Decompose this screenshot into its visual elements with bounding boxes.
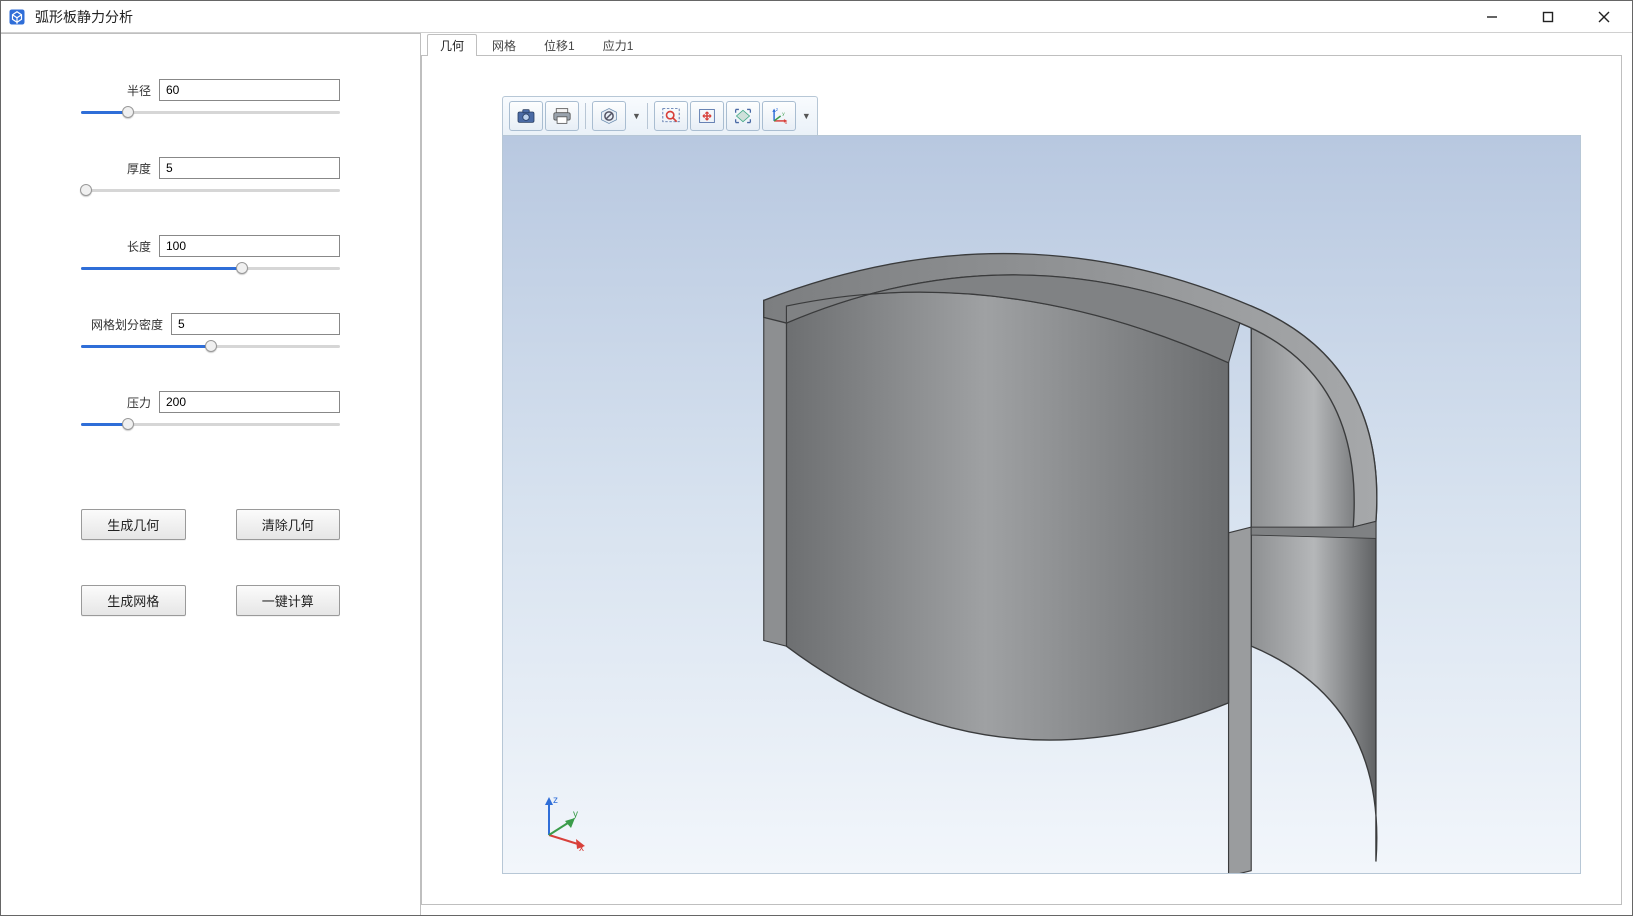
slider-radius[interactable] bbox=[81, 105, 340, 119]
slider-mesh-density[interactable] bbox=[81, 339, 340, 353]
maximize-button[interactable] bbox=[1520, 1, 1576, 32]
no-entry-icon[interactable] bbox=[592, 101, 626, 131]
slider-pressure[interactable] bbox=[81, 417, 340, 431]
axis-orient-icon[interactable]: yz x bbox=[762, 101, 796, 131]
axis-label-x: x bbox=[579, 843, 584, 851]
input-length[interactable] bbox=[159, 235, 340, 257]
label-radius: 半径 bbox=[81, 82, 151, 99]
pan-icon[interactable] bbox=[690, 101, 724, 131]
input-mesh-density[interactable] bbox=[171, 313, 340, 335]
label-thickness: 厚度 bbox=[81, 160, 151, 177]
action-buttons: 生成几何 清除几何 生成网格 一键计算 bbox=[81, 509, 340, 616]
camera-icon[interactable] bbox=[509, 101, 543, 131]
tab-displacement[interactable]: 位移1 bbox=[531, 34, 588, 56]
svg-text:x: x bbox=[785, 121, 788, 125]
clear-geometry-button[interactable]: 清除几何 bbox=[236, 509, 341, 540]
viewer-frame: ▼ yzx ▼ bbox=[421, 55, 1622, 905]
viewer-toolbar: ▼ yz x ▼ bbox=[502, 96, 818, 135]
input-pressure[interactable] bbox=[159, 391, 340, 413]
svg-text:y: y bbox=[782, 112, 785, 117]
tab-stress[interactable]: 应力1 bbox=[590, 34, 647, 56]
param-thickness: 厚度 bbox=[81, 157, 340, 197]
title-bar: 弧形板静力分析 bbox=[1, 1, 1632, 33]
input-radius[interactable] bbox=[159, 79, 340, 101]
window-controls bbox=[1464, 1, 1632, 32]
slider-length[interactable] bbox=[81, 261, 340, 275]
dropdown-caret-icon[interactable]: ▼ bbox=[632, 111, 641, 121]
minimize-button[interactable] bbox=[1464, 1, 1520, 32]
generate-geometry-button[interactable]: 生成几何 bbox=[81, 509, 186, 540]
tab-mesh[interactable]: 网格 bbox=[479, 34, 529, 56]
generate-mesh-button[interactable]: 生成网格 bbox=[81, 585, 186, 616]
input-thickness[interactable] bbox=[159, 157, 340, 179]
geometry-render bbox=[503, 136, 1580, 874]
print-icon[interactable] bbox=[545, 101, 579, 131]
axis-gizmo: z y x bbox=[531, 791, 591, 851]
parameters-panel: 半径 厚度 bbox=[1, 33, 421, 915]
param-length: 长度 bbox=[81, 235, 340, 275]
label-mesh-density: 网格划分密度 bbox=[81, 316, 163, 333]
label-length: 长度 bbox=[81, 238, 151, 255]
param-radius: 半径 bbox=[81, 79, 340, 119]
dropdown-caret-icon[interactable]: ▼ bbox=[802, 111, 811, 121]
toolbar-separator bbox=[585, 103, 586, 129]
tab-geometry[interactable]: 几何 bbox=[427, 34, 477, 56]
app-icon bbox=[7, 7, 27, 27]
axis-label-z: z bbox=[553, 795, 558, 806]
app-window: 弧形板静力分析 半径 厚度 bbox=[0, 0, 1633, 916]
one-click-calc-button[interactable]: 一键计算 bbox=[236, 585, 341, 616]
close-button[interactable] bbox=[1576, 1, 1632, 32]
fit-extents-icon[interactable] bbox=[726, 101, 760, 131]
slider-thickness[interactable] bbox=[81, 183, 340, 197]
axis-label-y: y bbox=[573, 809, 578, 820]
viewport-3d[interactable]: z y x bbox=[502, 135, 1581, 874]
zoom-box-icon[interactable] bbox=[654, 101, 688, 131]
app-body: 半径 厚度 bbox=[1, 33, 1632, 915]
param-pressure: 压力 bbox=[81, 391, 340, 431]
results-area: 几何 网格 位移1 应力1 ▼ bbox=[421, 33, 1632, 915]
param-mesh-density: 网格划分密度 bbox=[81, 313, 340, 353]
tabs-bar: 几何 网格 位移1 应力1 bbox=[421, 33, 1632, 55]
label-pressure: 压力 bbox=[81, 394, 151, 411]
svg-text:z: z bbox=[776, 108, 779, 113]
toolbar-separator bbox=[647, 103, 648, 129]
window-title: 弧形板静力分析 bbox=[35, 7, 133, 27]
